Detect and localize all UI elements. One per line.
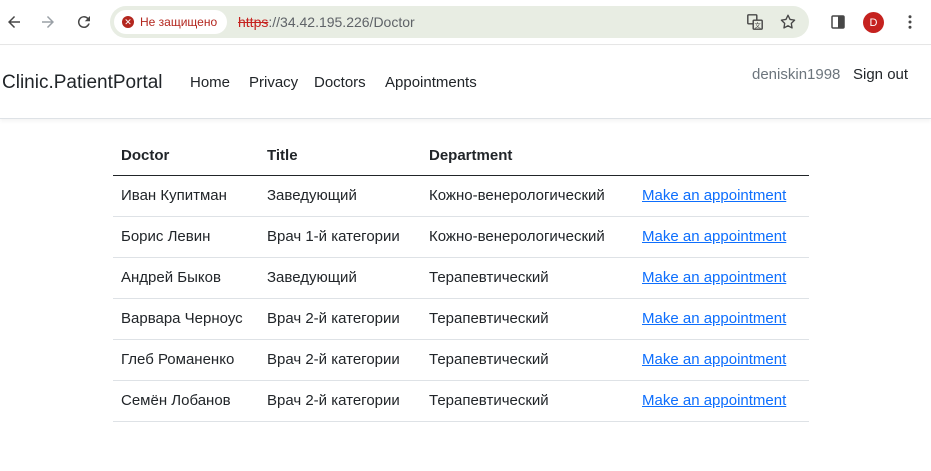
sign-out-link[interactable]: Sign out [853,66,908,83]
make-appointment-link[interactable]: Make an appointment [642,310,786,327]
make-appointment-link[interactable]: Make an appointment [642,392,786,409]
table-row: Андрей Быков Заведующий Терапевтический … [113,257,809,299]
doctor-department: Терапевтический [421,380,634,422]
forward-arrow-icon[interactable] [34,8,62,36]
app-navbar: Clinic.PatientPortal Home Privacy Doctor… [0,46,931,119]
doctor-department: Терапевтический [421,298,634,340]
doctor-name: Семён Лобанов [113,380,259,422]
make-appointment-link[interactable]: Make an appointment [642,187,786,204]
table-header-row: Doctor Title Department [113,136,809,176]
url-text[interactable]: https://34.42.195.226/Doctor [238,14,415,30]
table-row: Иван Купитман Заведующий Кожно-венеролог… [113,175,809,217]
doctors-table: Doctor Title Department Иван Купитман За… [113,136,809,422]
doctor-department: Кожно-венерологический [421,175,634,217]
browser-toolbar: ✕ Не защищено https://34.42.195.226/Doct… [0,0,931,45]
profile-avatar[interactable]: D [863,12,884,33]
svg-text:文: 文 [755,20,762,29]
doctor-name: Иван Купитман [113,175,259,217]
url-rest: ://34.42.195.226/Doctor [268,14,415,30]
translate-icon[interactable]: 文 [745,12,765,32]
back-arrow-icon[interactable] [0,8,28,36]
brand-link[interactable]: Clinic.PatientPortal [2,72,163,94]
doctor-name: Глеб Романенко [113,339,259,381]
bookmark-star-icon[interactable] [778,12,798,32]
security-chip[interactable]: ✕ Не защищено [114,10,228,34]
doctor-department: Терапевтический [421,339,634,381]
doctor-title: Врач 2-й категории [259,298,421,340]
doctor-department: Кожно-венерологический [421,216,634,258]
doctor-name: Варвара Черноус [113,298,259,340]
table-row: Глеб Романенко Врач 2-й категории Терапе… [113,339,809,381]
menu-kebab-icon[interactable] [896,8,924,36]
doctor-name: Борис Левин [113,216,259,258]
header-title: Title [259,136,421,176]
address-bar[interactable]: ✕ Не защищено https://34.42.195.226/Doct… [110,6,809,38]
nav-privacy[interactable]: Privacy [249,74,298,91]
nav-home[interactable]: Home [190,74,230,91]
nav-appointments[interactable]: Appointments [385,74,477,91]
table-row: Семён Лобанов Врач 2-й категории Терапев… [113,380,809,422]
side-panel-icon[interactable] [824,8,852,36]
reload-icon[interactable] [70,8,98,36]
warning-icon: ✕ [122,16,134,28]
make-appointment-link[interactable]: Make an appointment [642,351,786,368]
header-doctor: Doctor [113,136,259,176]
header-action [634,136,809,176]
nav-doctors[interactable]: Doctors [314,74,366,91]
doctor-title: Врач 1-й категории [259,216,421,258]
doctor-title: Врач 2-й категории [259,380,421,422]
header-department: Department [421,136,634,176]
doctor-department: Терапевтический [421,257,634,299]
doctor-title: Заведующий [259,257,421,299]
table-row: Варвара Черноус Врач 2-й категории Терап… [113,298,809,340]
doctor-name: Андрей Быков [113,257,259,299]
security-label: Не защищено [140,15,218,29]
username: deniskin1998 [752,66,841,83]
make-appointment-link[interactable]: Make an appointment [642,269,786,286]
url-scheme: https [238,14,269,30]
doctor-title: Врач 2-й категории [259,339,421,381]
make-appointment-link[interactable]: Make an appointment [642,228,786,245]
table-row: Борис Левин Врач 1-й категории Кожно-вен… [113,216,809,258]
doctor-title: Заведующий [259,175,421,217]
